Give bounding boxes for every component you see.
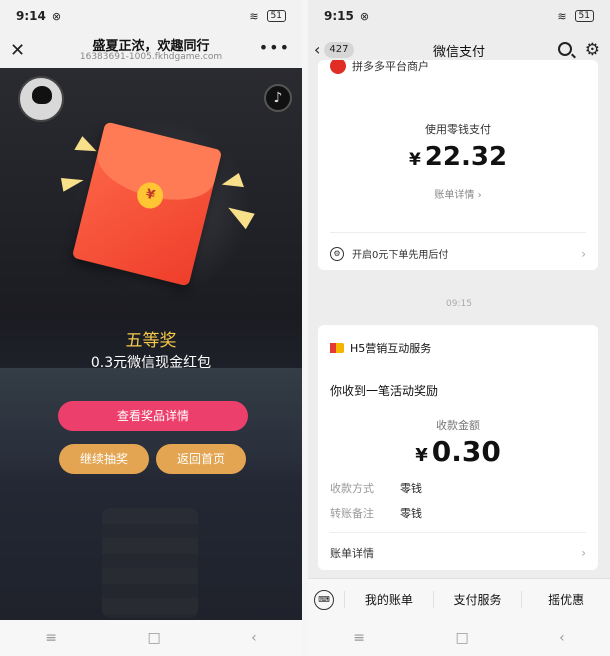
system-nav-bar: ≡ □ ‹: [308, 620, 610, 656]
receive-method-value: 零钱: [400, 482, 422, 495]
reward-amount: ¥0.30: [318, 435, 598, 468]
status-time: 9:14: [16, 9, 46, 23]
bill-detail-label: 账单详情: [330, 547, 374, 560]
menu-icon[interactable]: ≡: [353, 630, 365, 646]
reward-message: 你收到一笔活动奖励: [330, 384, 439, 398]
background-gift-stack: [102, 508, 198, 618]
more-icon[interactable]: •••: [259, 38, 290, 57]
back-icon[interactable]: ‹: [251, 630, 257, 646]
status-bar: 9:15 ⊗ ≋ 51: [308, 0, 610, 32]
menu-shake-deals[interactable]: 摇优惠: [521, 591, 610, 608]
gear-icon[interactable]: ⚙: [585, 40, 600, 60]
menu-my-bills[interactable]: 我的账单: [344, 591, 433, 608]
menu-pay-services[interactable]: 支付服务: [432, 591, 522, 608]
sound-toggle-icon[interactable]: ♪: [264, 84, 292, 112]
transfer-note-row: 转账备注 零钱: [330, 505, 422, 521]
prize-description: 0.3元微信现金红包: [90, 355, 212, 371]
pay-later-icon: ⚙: [330, 246, 344, 261]
transfer-note-key: 转账备注: [330, 507, 374, 520]
receive-method-key: 收款方式: [330, 482, 374, 495]
divider: [330, 232, 586, 233]
reward-card[interactable]: H5营销互动服务 你收到一笔活动奖励 收款金额 ¥0.30 收款方式 零钱 转账…: [318, 325, 598, 570]
avatar[interactable]: [18, 76, 64, 122]
bottom-menu: ⌨ 我的账单 支付服务 摇优惠: [308, 578, 610, 620]
amount-label: 收款金额: [436, 419, 480, 432]
status-time: 9:15: [324, 9, 354, 23]
service-name: H5营销互动服务: [350, 342, 432, 355]
system-nav-bar: ≡ □ ‹: [0, 620, 302, 656]
payment-card[interactable]: 拼多多平台商户 使用零钱支付 ¥22.32 账单详情 › ⚙ 开启0元下单先用后…: [318, 60, 598, 270]
mute-icon: ⊗: [51, 9, 62, 23]
continue-draw-button[interactable]: 继续抽奖: [59, 444, 149, 474]
view-prize-button[interactable]: 查看奖品详情: [58, 401, 248, 431]
merchant-row: 拼多多平台商户: [330, 60, 429, 74]
page-url: 16383691-1005.fkhdgame.com: [79, 52, 223, 62]
pay-later-label: 开启0元下单先用后付: [352, 250, 449, 261]
home-icon[interactable]: □: [455, 630, 468, 646]
amount-value: 22.32: [424, 142, 508, 172]
service-logo-icon: [330, 343, 344, 353]
transfer-note-value: 零钱: [400, 507, 422, 520]
divider: [330, 532, 586, 533]
mute-icon: ⊗: [359, 9, 370, 23]
amount-value: 0.30: [431, 435, 501, 468]
wechat-pay-panel: 9:15 ⊗ ≋ 51 ‹ 427 微信支付 ⚙ 拼多多平台商户 使用零钱支付 …: [308, 0, 610, 656]
battery-icon: 51: [266, 10, 286, 22]
home-icon[interactable]: □: [147, 630, 160, 646]
pay-later-row[interactable]: ⚙ 开启0元下单先用后付 ›: [330, 246, 586, 261]
currency-symbol: ¥: [415, 445, 428, 466]
message-timestamp: 09:15: [446, 299, 472, 309]
lottery-webview-panel: 9:14 ⊗ ≋ 51 ✕ 盛夏正浓，欢趣同行 16383691-1005.fk…: [0, 0, 302, 656]
lottery-result-view: ♪ ¥ 五等奖 0.3元微信现金红包 查看奖品详情 继续抽奖 返回首页: [0, 68, 302, 620]
status-bar: 9:14 ⊗ ≋ 51: [0, 0, 302, 32]
merchant-name: 拼多多平台商户: [352, 60, 429, 73]
merchant-logo-icon: [330, 60, 346, 74]
return-home-button[interactable]: 返回首页: [156, 444, 246, 474]
battery-icon: 51: [574, 10, 594, 22]
receive-method-row: 收款方式 零钱: [330, 480, 422, 496]
webview-header: ✕ 盛夏正浓，欢趣同行 16383691-1005.fkhdgame.com •…: [0, 32, 302, 68]
payment-amount: ¥22.32: [318, 142, 598, 172]
bill-detail-link[interactable]: 账单详情 ›: [318, 186, 598, 201]
prize-level: 五等奖: [125, 331, 177, 351]
chevron-right-icon: ›: [581, 546, 586, 560]
menu-icon[interactable]: ≡: [45, 630, 57, 646]
wifi-icon: ≋: [557, 9, 567, 23]
bill-detail-row[interactable]: 账单详情 ›: [330, 545, 586, 561]
search-icon[interactable]: [558, 42, 572, 56]
chevron-right-icon: ›: [581, 246, 586, 261]
payment-method-label: 使用零钱支付: [425, 123, 491, 136]
keyboard-icon[interactable]: ⌨: [314, 589, 334, 610]
currency-symbol: ¥: [408, 150, 421, 170]
service-row: H5营销互动服务: [330, 340, 431, 356]
wifi-icon: ≋: [249, 9, 259, 23]
back-icon[interactable]: ‹: [559, 630, 565, 646]
